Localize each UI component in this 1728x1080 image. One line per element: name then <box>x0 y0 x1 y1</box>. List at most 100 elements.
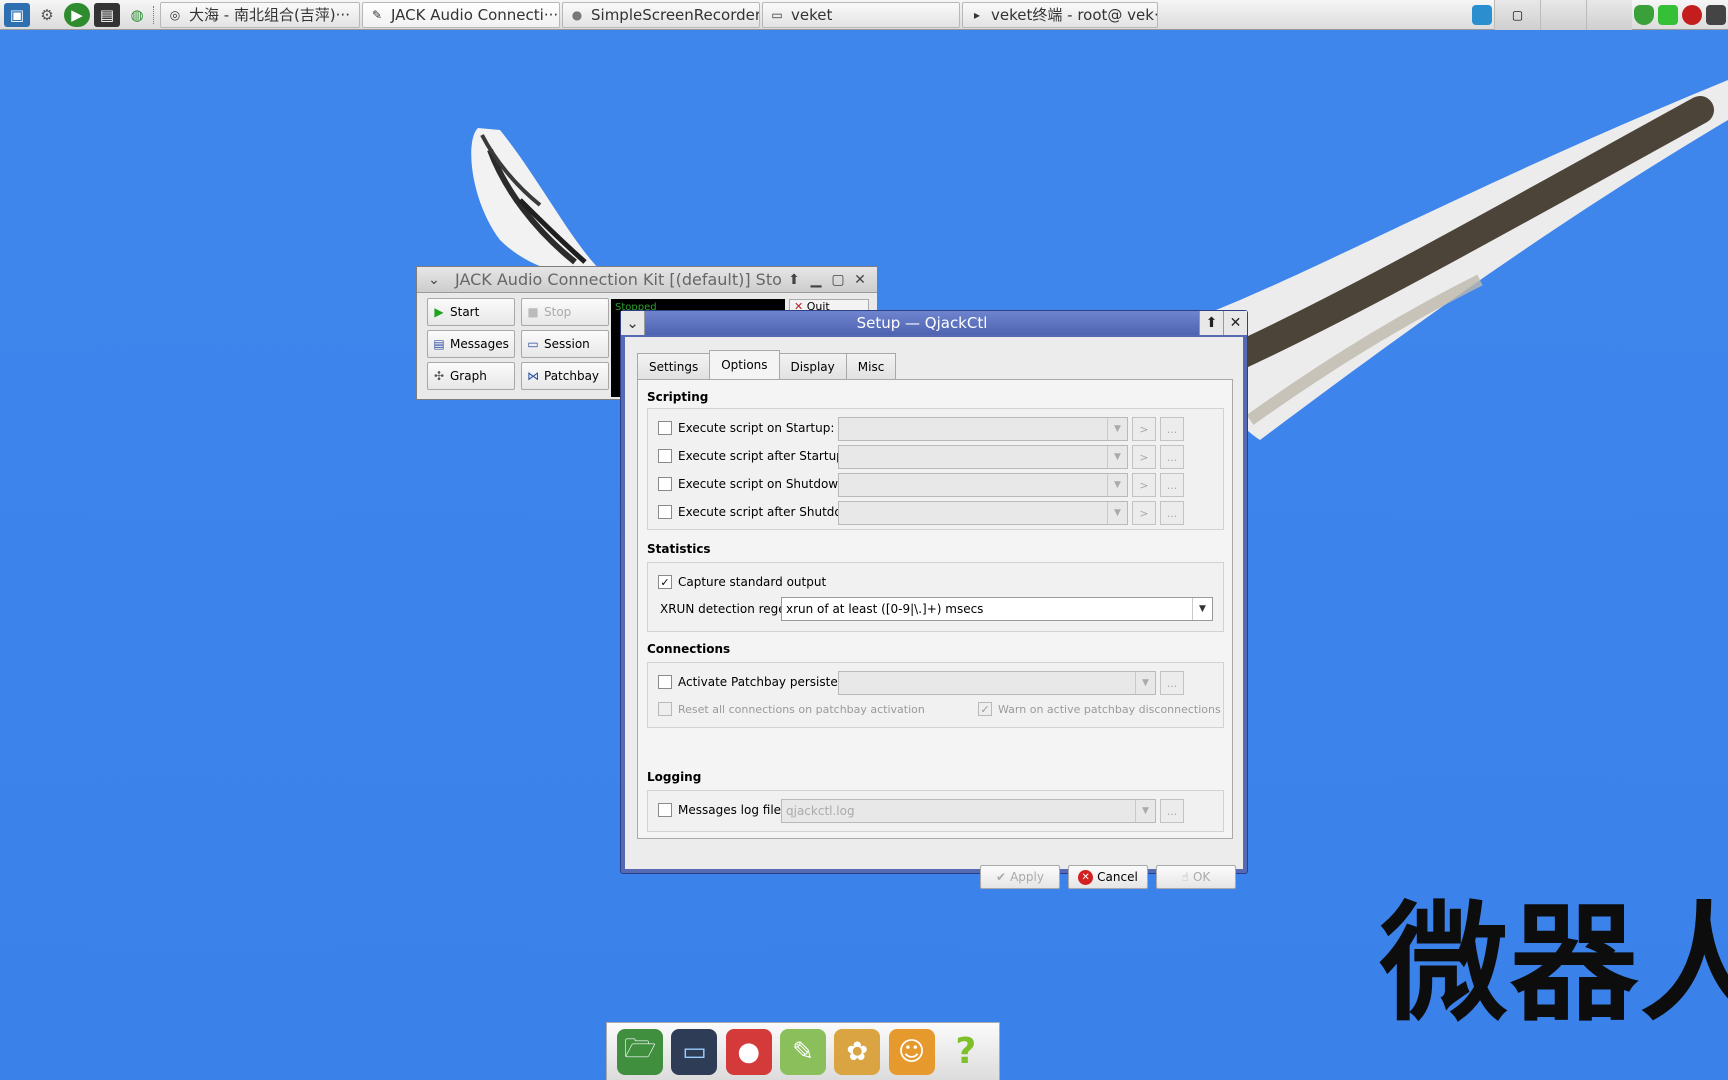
shutdown-script-label: Execute script on Shutdown: <box>678 477 850 491</box>
task-screen-recorder[interactable]: ● SimpleScreenRecorder <box>562 1 760 28</box>
graph-button[interactable]: ✣ Graph <box>427 362 515 390</box>
after-startup-script-browse-button[interactable]: ... <box>1160 445 1184 469</box>
apply-button[interactable]: ✔ Apply <box>980 865 1060 889</box>
patchbay-label: Patchbay <box>544 369 600 383</box>
shutdown-script-checkbox[interactable] <box>658 477 672 491</box>
after-startup-script-combo[interactable]: ▼ <box>838 445 1128 469</box>
help-icon[interactable]: ? <box>943 1029 989 1075</box>
after-shutdown-script-checkbox[interactable] <box>658 505 672 519</box>
shield-icon[interactable] <box>1634 5 1654 25</box>
shutdown-script-run-button[interactable]: > <box>1132 473 1156 497</box>
task-music-player[interactable]: ◎ 大海 - 南北组合(吉萍)··· <box>160 1 360 28</box>
play-glyph: > <box>1139 478 1149 492</box>
desktop-1-button[interactable]: ▢ <box>1494 0 1540 30</box>
messages-label: Messages <box>450 337 509 351</box>
chevron-down-icon[interactable]: ⌄ <box>423 272 445 288</box>
startup-script-checkbox[interactable] <box>658 421 672 435</box>
arrow-up-icon[interactable]: ⬆ <box>1199 311 1223 335</box>
task-terminal[interactable]: ▸ veket终端 - root@ vek··· <box>962 1 1158 28</box>
reset-connections-checkbox[interactable] <box>658 702 672 716</box>
log-file-checkbox[interactable] <box>658 803 672 817</box>
patchbay-persistence-browse-button[interactable]: ... <box>1160 671 1184 695</box>
minimize-icon[interactable]: ▁ <box>805 272 827 288</box>
chevron-down-icon[interactable]: ⌄ <box>621 311 645 335</box>
tab-options[interactable]: Options <box>709 350 780 379</box>
settings-icon[interactable]: ⚙ <box>34 3 60 27</box>
system-monitor-icon[interactable]: ▣ <box>4 2 30 27</box>
ok-label: OK <box>1192 870 1211 884</box>
setup-content: Settings Options Display Misc Scripting … <box>625 337 1243 889</box>
after-startup-script-checkbox[interactable] <box>658 449 672 463</box>
desktop-2-button[interactable] <box>1540 0 1586 30</box>
startup-script-combo[interactable]: ▼ <box>838 417 1128 441</box>
patchbay-button[interactable]: ⋈ Patchbay <box>521 362 609 390</box>
startup-script-run-button[interactable]: > <box>1132 417 1156 441</box>
shutdown-script-combo[interactable]: ▼ <box>838 473 1128 497</box>
jack-icon: ✎ <box>371 7 383 22</box>
ok-button[interactable]: ☝ OK <box>1156 865 1236 889</box>
task-label: 大海 - 南北组合(吉萍)··· <box>189 6 350 24</box>
task-file-manager[interactable]: ▭ veket <box>762 1 960 28</box>
terminal-icon: ▸ <box>973 7 981 22</box>
startup-script-label: Execute script on Startup: <box>678 421 835 435</box>
browse-glyph: ... <box>1166 804 1178 818</box>
maximize-icon[interactable]: ▢ <box>827 272 849 288</box>
messages-button[interactable]: ▤ Messages <box>427 330 515 358</box>
browse-glyph: ... <box>1166 676 1178 690</box>
after-shutdown-script-browse-button[interactable]: ... <box>1160 501 1184 525</box>
recorder-icon: ● <box>571 7 583 22</box>
patchbay-persistence-combo[interactable]: ▼ <box>838 671 1156 695</box>
terminal-icon[interactable]: ▤ <box>94 2 120 27</box>
apply-label: Apply <box>1010 870 1044 884</box>
file-manager-icon[interactable]: 🗁 <box>617 1028 664 1075</box>
network-monitor-icon[interactable] <box>1472 5 1492 25</box>
warn-disconnections-checkbox[interactable]: ✓ <box>978 702 992 716</box>
xrun-regex-combo[interactable]: xrun of at least ([0-9|\.]+) msecs ▼ <box>781 597 1213 621</box>
start-label: Start <box>450 305 480 319</box>
arrow-up-icon[interactable]: ⬆ <box>783 272 805 288</box>
patchbay-persistence-checkbox[interactable] <box>658 675 672 689</box>
stop-button[interactable]: ■ Stop <box>521 298 609 326</box>
paint-icon[interactable]: ✿ <box>834 1028 881 1075</box>
log-file-value: qjackctl.log <box>786 804 855 818</box>
veket-mascot-icon[interactable]: ☺ <box>888 1028 935 1075</box>
globe-icon[interactable]: ◍ <box>124 3 150 27</box>
close-icon[interactable]: ✕ <box>849 272 871 288</box>
mascot-icon[interactable]: ● <box>725 1028 772 1075</box>
tab-settings[interactable]: Settings <box>637 353 711 379</box>
warn-disconnections-row: ✓ Warn on active patchbay disconnections <box>978 702 1221 716</box>
log-file-browse-button[interactable]: ... <box>1160 799 1184 823</box>
startup-script-browse-button[interactable]: ... <box>1160 417 1184 441</box>
folder-icon: ▭ <box>771 7 783 22</box>
desktop-3-button[interactable] <box>1586 0 1632 30</box>
cancel-button[interactable]: ✕ Cancel <box>1068 865 1148 889</box>
setup-dialog: ⌄ Setup — QjackCtl ⬆ ✕ Settings Options … <box>620 310 1248 889</box>
chevron-down-icon: ▼ <box>1107 474 1127 496</box>
play-icon[interactable]: ▶ <box>64 2 90 27</box>
after-startup-script-run-button[interactable]: > <box>1132 445 1156 469</box>
battery-icon[interactable] <box>1658 5 1678 25</box>
setup-titlebar: ⌄ Setup — QjackCtl ⬆ ✕ <box>621 311 1247 335</box>
patchbay-persistence-label: Activate Patchbay persistence: <box>678 675 864 689</box>
graph-label: Graph <box>450 369 487 383</box>
tab-display[interactable]: Display <box>778 353 847 379</box>
keyboard-icon[interactable] <box>1706 5 1726 25</box>
after-shutdown-script-combo[interactable]: ▼ <box>838 501 1128 525</box>
record-icon[interactable] <box>1682 5 1702 25</box>
browse-glyph: ... <box>1166 506 1178 520</box>
capture-output-checkbox[interactable]: ✓ <box>658 575 672 589</box>
tab-misc[interactable]: Misc <box>845 353 897 379</box>
session-button[interactable]: ▭ Session <box>521 330 609 358</box>
task-jack[interactable]: ✎ JACK Audio Connecti··· <box>362 1 560 28</box>
log-file-row: Messages log file: <box>658 803 785 817</box>
after-shutdown-script-run-button[interactable]: > <box>1132 501 1156 525</box>
monitor-icon[interactable]: ▭ <box>671 1028 718 1075</box>
close-icon[interactable]: ✕ <box>1223 311 1247 335</box>
thumb-icon: ☝ <box>1181 870 1189 884</box>
log-file-combo[interactable]: qjackctl.log ▼ <box>781 799 1156 823</box>
shutdown-script-browse-button[interactable]: ... <box>1160 473 1184 497</box>
check-icon: ✔ <box>996 870 1007 884</box>
taskbar-separator <box>153 5 155 24</box>
text-editor-icon[interactable]: ✎ <box>779 1028 826 1075</box>
start-button[interactable]: ▶ Start <box>427 298 515 326</box>
